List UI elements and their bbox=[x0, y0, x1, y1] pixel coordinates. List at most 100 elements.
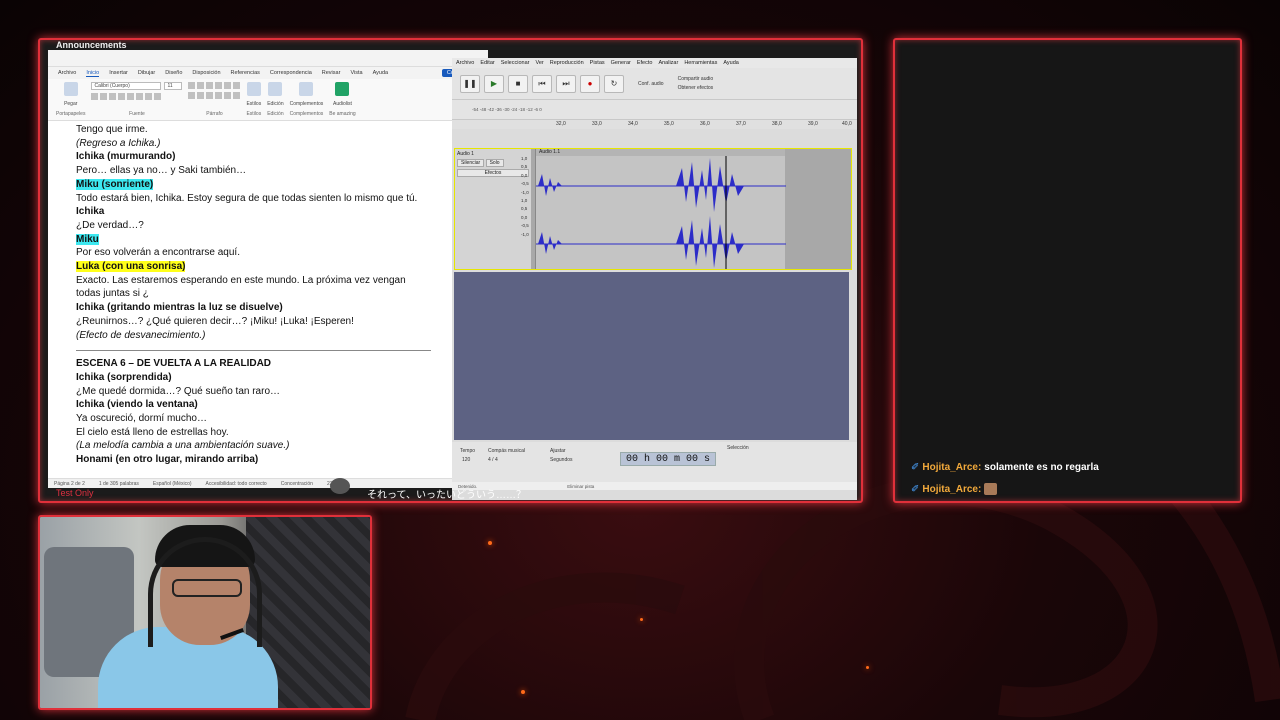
clip-title[interactable]: Audio 1.1 bbox=[536, 149, 785, 156]
menu-generar[interactable]: Generar bbox=[611, 60, 631, 66]
tab-inicio[interactable]: Inicio bbox=[86, 70, 100, 77]
font-format-buttons[interactable] bbox=[91, 93, 182, 100]
paste-label: Pegar bbox=[64, 100, 78, 107]
clipboard-group: Pegar Portapapeles bbox=[56, 82, 85, 117]
audio-track[interactable]: Audio 1 Silenciar Solo Efectos 1,0 0,5 0… bbox=[454, 148, 852, 270]
audio-setup-button[interactable]: Conf. audio bbox=[638, 81, 664, 87]
doc-line: Todo estará bien, Ichika. Estoy segura d… bbox=[76, 192, 418, 204]
styles-label: Estilos bbox=[246, 100, 262, 107]
tab-revisar[interactable]: Revisar bbox=[322, 70, 341, 76]
menu-efecto[interactable]: Efecto bbox=[637, 60, 653, 66]
paste-icon[interactable] bbox=[63, 82, 78, 96]
menu-herramientas[interactable]: Herramientas bbox=[684, 60, 717, 66]
audiolist-label: Audiolist bbox=[333, 100, 352, 107]
word-ribbon-tabs: Archivo Inicio Insertar Dibujar Diseño D… bbox=[48, 67, 488, 79]
editing-group-label: Edición bbox=[267, 111, 284, 117]
menu-ayuda[interactable]: Ayuda bbox=[723, 60, 739, 66]
addins-icon[interactable] bbox=[299, 82, 314, 96]
time-display[interactable]: 00 h 00 m 00 s bbox=[620, 452, 716, 466]
ruler-tick: 36,0 bbox=[700, 121, 710, 127]
doc-line: Por eso volverán a encontrarse aquí. bbox=[76, 247, 240, 259]
tempo-field[interactable]: 120 bbox=[462, 457, 470, 463]
list-buttons[interactable] bbox=[188, 82, 241, 89]
audio-controls: Conf. audio bbox=[638, 81, 664, 87]
ember bbox=[521, 690, 525, 694]
font-group-label: Fuente bbox=[129, 111, 145, 117]
doc-line: todas juntas si ¿ bbox=[76, 288, 149, 300]
paragraph-group-label: Párrafo bbox=[206, 111, 223, 117]
font-name-select[interactable]: Calibri (Cuerpo) bbox=[91, 82, 162, 90]
doc-line: Ichika bbox=[76, 206, 105, 218]
ember bbox=[640, 618, 643, 621]
scale-tick: -1,0 bbox=[521, 189, 529, 195]
ruler-tick: 35,0 bbox=[664, 121, 674, 127]
tempo-label: Tempo bbox=[460, 448, 476, 454]
timeline-ruler[interactable]: 32,0 33,0 34,0 35,0 36,0 37,0 38,0 39,0 … bbox=[452, 120, 857, 129]
ember bbox=[866, 666, 869, 669]
pin-icon: ✐ bbox=[911, 462, 920, 473]
tab-vista[interactable]: Vista bbox=[350, 70, 362, 76]
track-name[interactable]: Audio 1 bbox=[457, 151, 529, 157]
doc-line: (Regreso a Ichika.) bbox=[76, 137, 161, 149]
pin-icon: ✐ bbox=[911, 483, 920, 495]
menu-editar[interactable]: Editar bbox=[480, 60, 494, 66]
level-meters[interactable]: -54 -48 -42 -36 -30 -24 -18 -12 -6 0 bbox=[452, 100, 857, 120]
skip-start-button[interactable]: ⏮ bbox=[532, 74, 552, 93]
tab-diseno[interactable]: Diseño bbox=[165, 70, 182, 76]
menu-reproduccion[interactable]: Reproducción bbox=[550, 60, 584, 66]
play-button[interactable]: ▶ bbox=[484, 74, 504, 93]
pause-button[interactable]: ❚❚ bbox=[460, 74, 480, 93]
meter-label: Compás musical bbox=[488, 448, 525, 454]
get-effects-button[interactable]: Obtener efectos bbox=[678, 85, 714, 91]
menu-analizar[interactable]: Analizar bbox=[658, 60, 678, 66]
effects-button[interactable]: Efectos bbox=[457, 169, 529, 177]
doc-line: Honami (en otro lugar, mirando arriba) bbox=[76, 454, 259, 466]
tab-insertar[interactable]: Insertar bbox=[109, 70, 128, 76]
subtitle-avatar bbox=[330, 478, 350, 494]
record-button[interactable]: ● bbox=[580, 74, 600, 93]
status-action: Eliminar pista bbox=[567, 483, 595, 489]
chat-username[interactable]: Hojita_Arce: bbox=[922, 484, 981, 495]
stop-button[interactable]: ■ bbox=[508, 74, 528, 93]
audio-clip[interactable]: Audio 1.1 bbox=[535, 149, 786, 269]
tab-dibujar[interactable]: Dibujar bbox=[138, 70, 155, 76]
tab-correspondencia[interactable]: Correspondencia bbox=[270, 70, 312, 76]
announcements-label: Announcements bbox=[56, 40, 127, 50]
audiolist-icon[interactable] bbox=[335, 82, 350, 96]
doc-line: Tengo que irme. bbox=[76, 124, 148, 135]
meter-field[interactable]: 4 / 4 bbox=[488, 457, 498, 463]
skip-end-button[interactable]: ⏭ bbox=[556, 74, 576, 93]
chat-username[interactable]: Hojita_Arce: bbox=[922, 462, 981, 473]
menu-ver[interactable]: Ver bbox=[535, 60, 543, 66]
tab-referencias[interactable]: Referencias bbox=[231, 70, 260, 76]
chat-message: ✐ Hojita_Arce: solamente es no regarla bbox=[911, 462, 1099, 473]
snap-unit-select[interactable]: Segundos bbox=[550, 457, 573, 463]
menu-archivo[interactable]: Archivo bbox=[456, 60, 474, 66]
styles-icon[interactable] bbox=[246, 82, 261, 96]
clipboard-group-label: Portapapeles bbox=[56, 111, 86, 117]
status-focus[interactable]: Concentración bbox=[281, 481, 313, 487]
document-body[interactable]: Tengo que irme. (Regreso a Ichika.) Ichi… bbox=[48, 121, 488, 467]
font-size-select[interactable]: 11 bbox=[164, 82, 183, 90]
loop-button[interactable]: ↻ bbox=[604, 74, 624, 93]
selection-toolbar: Tempo 120 Compás musical 4 / 4 Ajustar S… bbox=[452, 442, 857, 490]
audacity-menubar: Archivo Editar Seleccionar Ver Reproducc… bbox=[452, 58, 857, 68]
align-buttons[interactable] bbox=[188, 92, 241, 99]
ember bbox=[488, 541, 492, 545]
scale-tick: 0,0 bbox=[521, 214, 528, 220]
empty-track-area[interactable] bbox=[454, 272, 849, 440]
snap-checkbox[interactable]: Ajustar bbox=[550, 448, 566, 454]
search-icon[interactable] bbox=[268, 82, 283, 96]
tab-ayuda[interactable]: Ayuda bbox=[373, 70, 389, 76]
doc-line: Ya oscureció, dormí mucho… bbox=[76, 413, 207, 425]
tab-disposicion[interactable]: Disposición bbox=[192, 70, 220, 76]
styles-group-label: Estilos bbox=[246, 111, 262, 117]
doc-line: ESCENA 6 – DE VUELTA A LA REALIDAD bbox=[76, 358, 272, 370]
menu-seleccionar[interactable]: Seleccionar bbox=[501, 60, 530, 66]
mute-button[interactable]: Silenciar bbox=[457, 159, 485, 167]
scale-tick: 0,5 bbox=[521, 164, 528, 170]
share-audio-button[interactable]: Compartir audio bbox=[678, 76, 714, 82]
menu-pistas[interactable]: Pistas bbox=[590, 60, 605, 66]
tab-archivo[interactable]: Archivo bbox=[58, 70, 76, 76]
solo-button[interactable]: Solo bbox=[485, 159, 504, 167]
